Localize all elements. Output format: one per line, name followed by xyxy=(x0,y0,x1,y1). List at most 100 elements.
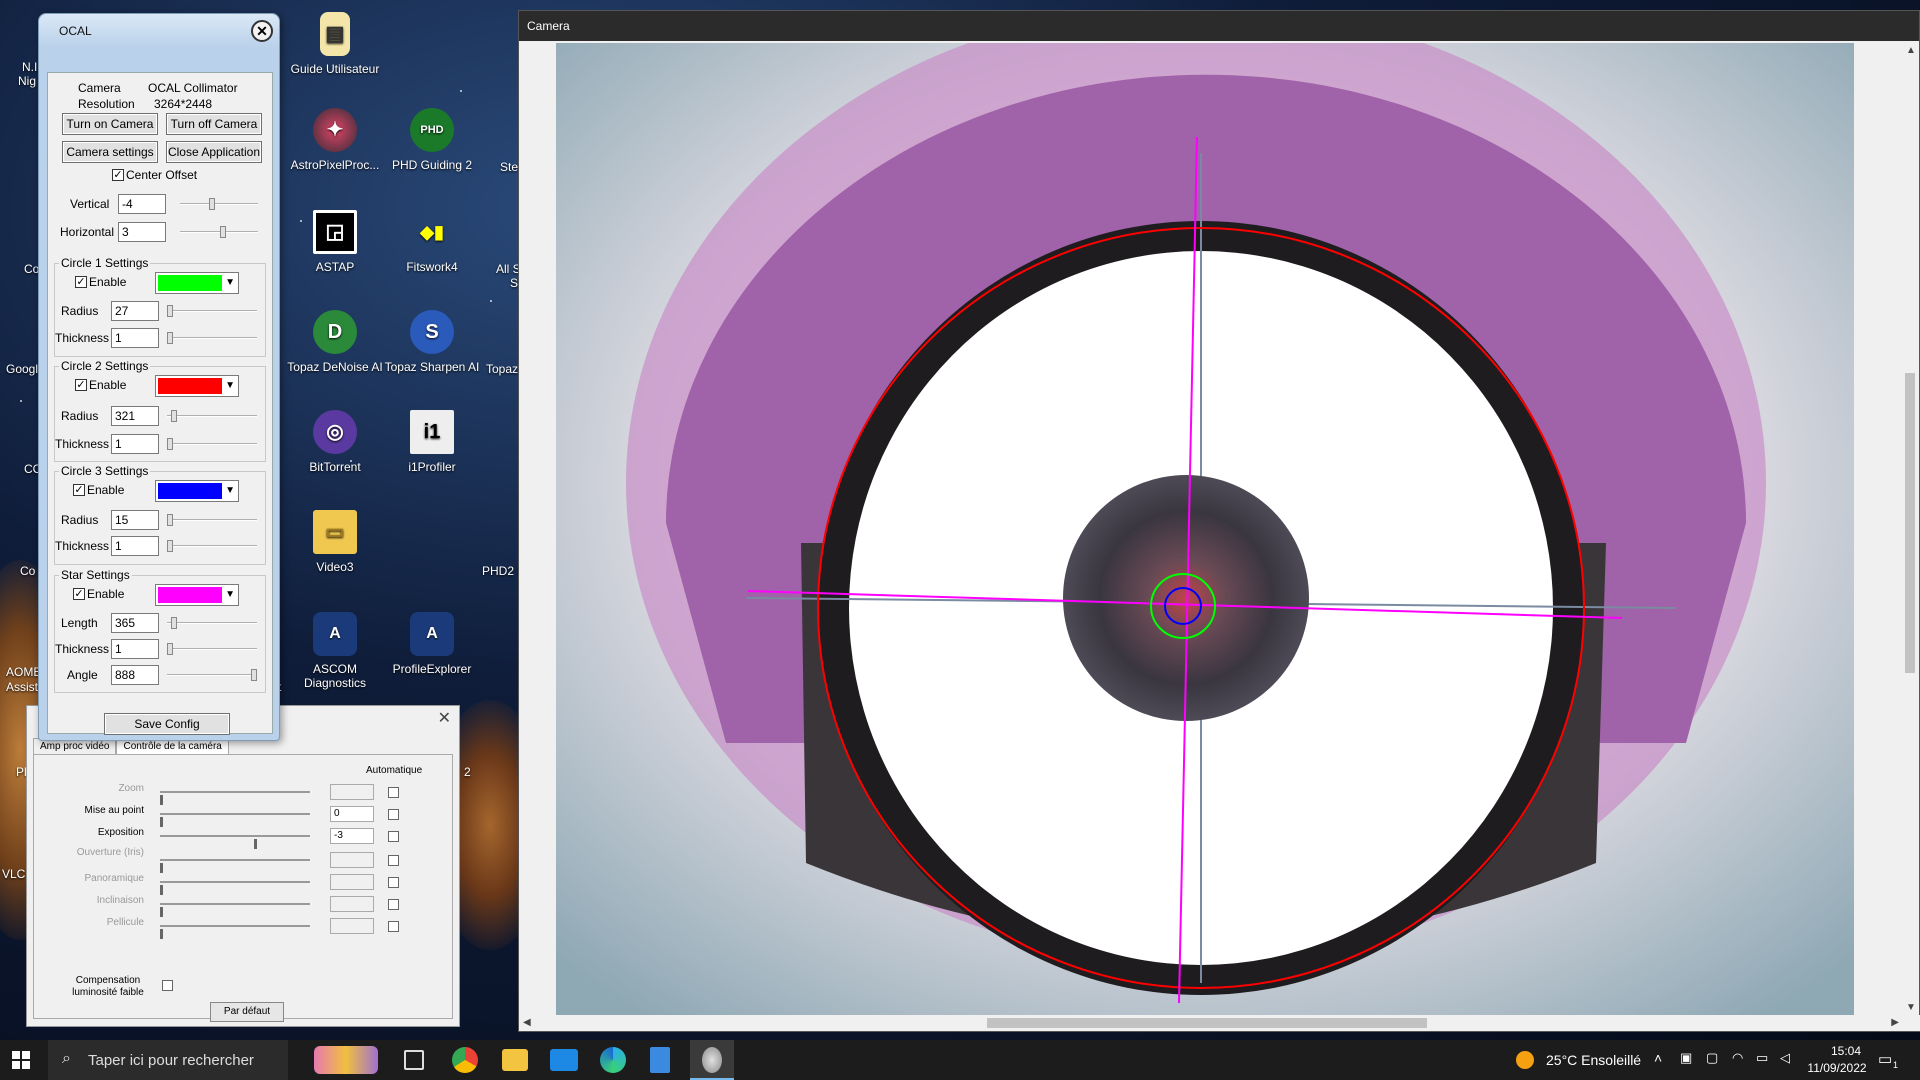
search-highlight-icon[interactable] xyxy=(314,1046,378,1074)
zoom-slider[interactable] xyxy=(160,791,310,805)
clock-time[interactable]: 15:04 xyxy=(1818,1044,1874,1058)
circle-3-radius-input[interactable]: 15 xyxy=(111,510,159,530)
star-thickness-slider[interactable] xyxy=(167,648,257,650)
vertical-scroll-thumb[interactable] xyxy=(1905,373,1915,673)
circle-2-enable-checkbox[interactable]: ✓ xyxy=(75,379,87,391)
circle-2-radius-slider[interactable] xyxy=(167,415,257,417)
document-app-icon[interactable] xyxy=(650,1047,670,1073)
desktop-icon-profileexplorer[interactable]: A ProfileExplorer xyxy=(382,612,482,676)
star-length-slider[interactable] xyxy=(167,622,257,624)
clock-date[interactable]: 11/09/2022 xyxy=(1800,1061,1874,1075)
circle-2-radius-input[interactable]: 321 xyxy=(111,406,159,426)
horizontal-scrollbar[interactable]: ◀ ▶ xyxy=(519,1015,1920,1031)
pan-slider[interactable] xyxy=(160,881,310,895)
file-explorer-icon[interactable] xyxy=(502,1049,528,1071)
circle-1-thickness-thumb[interactable] xyxy=(167,332,173,344)
desktop-icon-astropixelprocessor[interactable]: ✦ AstroPixelProc... xyxy=(285,108,385,172)
desktop-icon-fitswork[interactable]: ◆▮ Fitswork4 xyxy=(382,210,482,274)
horizontal-input[interactable]: 3 xyxy=(118,222,166,242)
star-thickness-input[interactable]: 1 xyxy=(111,639,159,659)
close-icon[interactable]: ✕ xyxy=(251,20,273,42)
desktop-icon-topaz-denoise[interactable]: D Topaz DeNoise AI xyxy=(285,310,385,374)
mail-icon[interactable] xyxy=(550,1049,578,1071)
camera-settings-button[interactable]: Camera settings xyxy=(62,141,158,163)
desktop-icon-ascom-diagnostics[interactable]: A ASCOM Diagnostics xyxy=(285,612,385,690)
circle-1-radius-thumb[interactable] xyxy=(167,305,173,317)
iris-auto-checkbox[interactable] xyxy=(388,855,399,866)
star-angle-thumb[interactable] xyxy=(251,669,257,681)
low-light-compensation-checkbox[interactable] xyxy=(162,980,173,991)
save-config-button[interactable]: Save Config xyxy=(104,713,230,735)
desktop-icon-bittorrent[interactable]: ◎ BitTorrent xyxy=(285,410,385,474)
circle-3-thickness-slider[interactable] xyxy=(167,545,257,547)
desktop-icon-guide-utilisateur[interactable]: ▤ Guide Utilisateur xyxy=(285,12,385,76)
circle-3-thickness-input[interactable]: 1 xyxy=(111,536,159,556)
vertical-input[interactable]: -4 xyxy=(118,194,166,214)
vertical-slider[interactable] xyxy=(180,203,258,205)
task-view-icon[interactable] xyxy=(404,1050,424,1070)
star-length-input[interactable]: 365 xyxy=(111,613,159,633)
roll-auto-checkbox[interactable] xyxy=(388,921,399,932)
desktop-icon-phd-guiding[interactable]: PHD PHD Guiding 2 xyxy=(382,108,482,172)
zoom-auto-checkbox[interactable] xyxy=(388,787,399,798)
circle-1-thickness-input[interactable]: 1 xyxy=(111,328,159,348)
scroll-up-icon[interactable]: ▲ xyxy=(1906,45,1916,56)
circle-1-color-picker[interactable]: ▼ xyxy=(155,272,239,294)
scroll-left-icon[interactable]: ◀ xyxy=(523,1017,531,1028)
circle-3-enable-checkbox[interactable]: ✓ xyxy=(73,484,85,496)
turn-on-camera-button[interactable]: Turn on Camera xyxy=(62,113,158,135)
desktop-icon-topaz-sharpen[interactable]: S Topaz Sharpen AI xyxy=(382,310,482,374)
tray-display-icon[interactable]: ▢ xyxy=(1706,1050,1718,1066)
star-enable-checkbox[interactable]: ✓ xyxy=(73,588,85,600)
turn-off-camera-button[interactable]: Turn off Camera xyxy=(166,113,262,135)
close-application-button[interactable]: Close Application xyxy=(166,141,262,163)
volume-icon[interactable]: ◁ xyxy=(1780,1050,1790,1066)
center-offset-checkbox[interactable]: ✓ xyxy=(112,169,124,181)
vertical-scrollbar[interactable]: ▲ ▼ xyxy=(1901,43,1919,1017)
star-color-picker[interactable]: ▼ xyxy=(155,584,239,606)
star-thickness-thumb[interactable] xyxy=(167,643,173,655)
circle-2-thickness-input[interactable]: 1 xyxy=(111,434,159,454)
scroll-right-icon[interactable]: ▶ xyxy=(1891,1017,1899,1028)
focus-value[interactable]: 0 xyxy=(330,806,374,822)
focus-slider[interactable] xyxy=(160,813,310,827)
wifi-icon[interactable]: ◠ xyxy=(1732,1050,1743,1066)
vertical-slider-thumb[interactable] xyxy=(208,198,215,210)
circle-2-color-picker[interactable]: ▼ xyxy=(155,375,239,397)
circle-3-radius-slider[interactable] xyxy=(167,519,257,521)
edge-icon[interactable] xyxy=(600,1047,626,1073)
circle-2-thickness-slider[interactable] xyxy=(167,443,257,445)
circle-1-thickness-slider[interactable] xyxy=(167,337,257,339)
desktop-icon-i1profiler[interactable]: i1 i1Profiler xyxy=(382,410,482,474)
desktop-icon-astap[interactable]: ◲ ASTAP xyxy=(285,210,385,274)
star-angle-input[interactable]: 888 xyxy=(111,665,159,685)
circle-3-color-picker[interactable]: ▼ xyxy=(155,480,239,502)
windows-start-icon[interactable] xyxy=(12,1051,30,1069)
battery-icon[interactable]: ▭ xyxy=(1756,1050,1768,1066)
chrome-icon[interactable] xyxy=(452,1047,478,1073)
horizontal-slider-thumb[interactable] xyxy=(219,226,226,238)
circle-2-thickness-thumb[interactable] xyxy=(167,438,173,450)
desktop-icon-video3[interactable]: ▭ Video3 xyxy=(285,510,385,574)
tilt-slider[interactable] xyxy=(160,903,310,917)
scroll-down-icon[interactable]: ▼ xyxy=(1906,1002,1916,1013)
circle-3-radius-thumb[interactable] xyxy=(167,514,173,526)
exposure-value[interactable]: -3 xyxy=(330,828,374,844)
default-button[interactable]: Par défaut xyxy=(210,1002,284,1022)
focus-auto-checkbox[interactable] xyxy=(388,809,399,820)
star-length-thumb[interactable] xyxy=(171,617,177,629)
iris-slider[interactable] xyxy=(160,859,310,873)
exposure-slider[interactable] xyxy=(160,835,310,849)
weather-text[interactable]: 25°C Ensoleillé xyxy=(1546,1052,1641,1068)
search-box[interactable]: ⌕ Taper ici pour rechercher xyxy=(48,1040,288,1080)
tilt-auto-checkbox[interactable] xyxy=(388,899,399,910)
exposure-auto-checkbox[interactable] xyxy=(388,831,399,842)
close-icon[interactable]: ✕ xyxy=(438,708,451,728)
roll-slider[interactable] xyxy=(160,925,310,939)
notification-icon[interactable]: ▭ xyxy=(1878,1050,1892,1068)
circle-1-radius-slider[interactable] xyxy=(167,310,257,312)
circle-2-radius-thumb[interactable] xyxy=(171,410,177,422)
circle-1-radius-input[interactable]: 27 xyxy=(111,301,159,321)
weather-sun-icon[interactable] xyxy=(1516,1051,1534,1069)
circle-3-thickness-thumb[interactable] xyxy=(167,540,173,552)
